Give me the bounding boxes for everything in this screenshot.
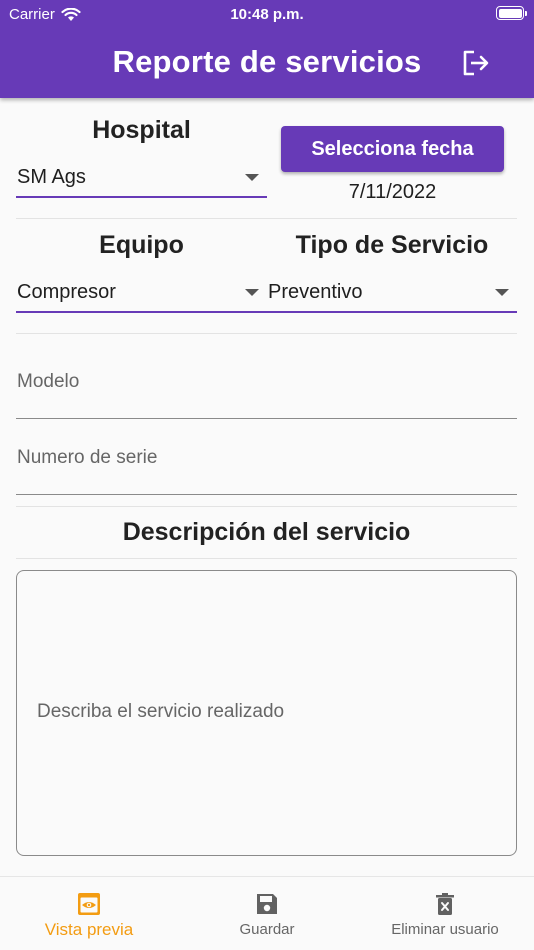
select-date-button[interactable]: Selecciona fecha xyxy=(281,126,504,172)
nav-item-guardar[interactable]: Guardar xyxy=(178,877,356,950)
tipo-servicio-heading: Tipo de Servicio xyxy=(295,231,489,259)
hospital-selected-value: SM Ags xyxy=(17,166,86,188)
delete-icon xyxy=(436,893,454,915)
tipo-servicio-selected-value: Preventivo xyxy=(268,281,363,303)
nav-item-eliminar-usuario[interactable]: Eliminar usuario xyxy=(356,877,534,950)
logout-button[interactable] xyxy=(460,48,492,78)
status-time: 10:48 p.m. xyxy=(230,6,304,23)
descripcion-textarea[interactable]: Describa el servicio realizado xyxy=(16,570,517,856)
descripcion-heading: Descripción del servicio xyxy=(122,518,411,546)
chevron-down-icon xyxy=(245,174,259,181)
equipo-dropdown[interactable]: Compresor xyxy=(16,277,267,313)
page-title: Reporte de servicios xyxy=(112,44,422,79)
nav-label-vista-previa: Vista previa xyxy=(44,920,134,939)
divider xyxy=(16,558,517,559)
bottom-navigation: Vista previa Guardar Eliminar usuario xyxy=(0,876,534,950)
modelo-placeholder: Modelo xyxy=(17,371,80,392)
descripcion-placeholder: Describa el servicio realizado xyxy=(37,701,285,722)
logout-icon xyxy=(463,50,489,76)
numero-serie-field[interactable]: Numero de serie xyxy=(16,447,517,495)
equipo-heading: Equipo xyxy=(99,231,184,259)
status-bar: Carrier 10:48 p.m. xyxy=(0,0,534,28)
nav-label-guardar: Guardar xyxy=(239,921,295,938)
hospital-heading: Hospital xyxy=(92,116,191,144)
numero-serie-placeholder: Numero de serie xyxy=(17,447,158,468)
chevron-down-icon xyxy=(495,289,509,296)
battery-icon xyxy=(496,6,527,20)
divider xyxy=(16,333,517,334)
preview-icon xyxy=(78,893,100,915)
selected-date: 7/11/2022 xyxy=(348,181,437,203)
nav-label-eliminar-usuario: Eliminar usuario xyxy=(391,921,499,938)
save-icon xyxy=(257,894,277,914)
divider xyxy=(16,218,517,219)
tipo-servicio-dropdown[interactable]: Preventivo xyxy=(267,277,517,313)
equipo-selected-value: Compresor xyxy=(17,281,116,303)
chevron-down-icon xyxy=(245,289,259,296)
modelo-field[interactable]: Modelo xyxy=(16,371,517,419)
hospital-dropdown[interactable]: SM Ags xyxy=(16,162,267,198)
nav-item-vista-previa[interactable]: Vista previa xyxy=(0,877,178,950)
divider xyxy=(16,506,517,507)
app-bar: Carrier 10:48 p.m. Reporte de servicios xyxy=(0,0,534,98)
